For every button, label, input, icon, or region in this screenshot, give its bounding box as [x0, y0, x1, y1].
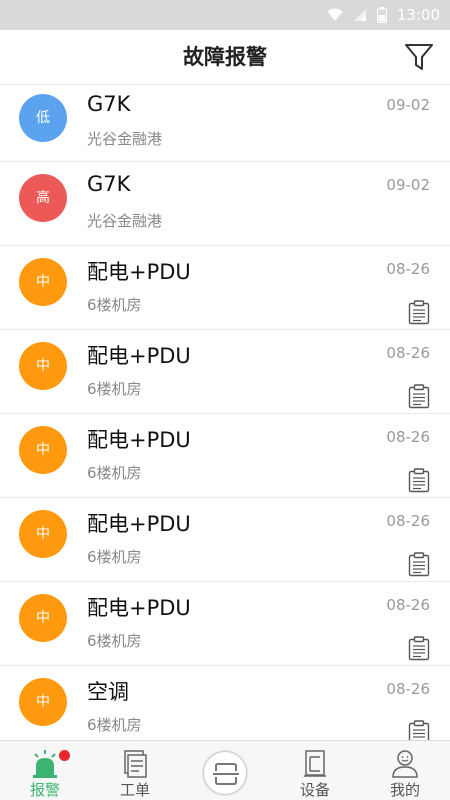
user-icon	[392, 750, 418, 778]
clipboard-icon[interactable]	[408, 720, 430, 741]
device-icon	[304, 750, 326, 777]
tab-alarm-label: 报警	[29, 781, 60, 799]
tab-alarm[interactable]: 报警	[0, 741, 90, 800]
alarm-list[interactable]: 低 G7K 光谷金融港 09-02 高 G7K 光谷金融港 09-02 中配电+PDU 6楼机房 0…	[0, 86, 450, 741]
alarm-title: G7K	[87, 92, 131, 116]
scan-icon	[213, 763, 239, 785]
level-badge: 中	[19, 594, 67, 642]
alarm-row[interactable]: 高 G7K 光谷金融港 09-02	[0, 162, 450, 246]
level-badge: 高	[19, 174, 67, 222]
alarm-row[interactable]: 中配电+PDU 6楼机房 08-26	[0, 582, 450, 666]
alarm-row[interactable]: 中配电+PDU 6楼机房 08-26	[0, 498, 450, 582]
status-bar: 13:00	[0, 0, 450, 30]
alarm-date: 08-26	[386, 680, 430, 698]
tab-mine[interactable]: 我的	[360, 741, 450, 800]
alarm-title: G7K	[87, 172, 131, 196]
alarm-location: 6楼机房	[87, 380, 142, 398]
alarm-date: 08-26	[386, 260, 430, 278]
alarm-location: 光谷金融港	[87, 130, 163, 148]
status-icons: 13:00	[327, 0, 440, 30]
level-badge: 中	[19, 258, 67, 306]
alarm-title: 配电+PDU	[87, 260, 191, 284]
alarm-location: 6楼机房	[87, 296, 142, 314]
alarm-title: 配电+PDU	[87, 596, 191, 620]
alarm-row[interactable]: 中配电+PDU 6楼机房 08-26	[0, 246, 450, 330]
alarm-row[interactable]: 中配电+PDU 6楼机房 08-26	[0, 414, 450, 498]
alarm-location: 6楼机房	[87, 548, 142, 566]
alarm-title: 配电+PDU	[87, 344, 191, 368]
level-badge: 中	[19, 510, 67, 558]
tab-bar: 报警 工单 设备 我的	[0, 740, 450, 800]
alarm-title: 配电+PDU	[87, 428, 191, 452]
level-badge: 中	[19, 678, 67, 726]
alarm-location: 光谷金融港	[87, 212, 163, 230]
tab-device-label: 设备	[299, 781, 330, 799]
clipboard-icon[interactable]	[408, 636, 430, 661]
signal-icon	[353, 9, 366, 21]
status-time: 13:00	[396, 6, 440, 24]
clipboard-icon[interactable]	[408, 300, 430, 325]
clipboard-icon[interactable]	[408, 552, 430, 577]
alarm-title: 空调	[87, 680, 129, 704]
nav-bar: 故障报警	[0, 30, 450, 85]
page-title: 故障报警	[183, 45, 267, 69]
alarm-location: 6楼机房	[87, 464, 142, 482]
level-badge: 中	[19, 426, 67, 474]
alarm-date: 08-26	[386, 596, 430, 614]
alarm-row[interactable]: 中空调 6楼机房 08-26	[0, 666, 450, 741]
filter-icon[interactable]	[404, 42, 434, 72]
wifi-icon	[327, 8, 343, 21]
battery-icon	[376, 7, 387, 23]
alarm-light-icon	[33, 750, 57, 778]
alarm-date: 09-02	[386, 176, 430, 194]
alarm-date: 08-26	[386, 512, 430, 530]
clipboard-icon[interactable]	[408, 468, 430, 493]
alarm-title: 配电+PDU	[87, 512, 191, 536]
tab-workorder-label: 工单	[119, 781, 150, 799]
alarm-location: 6楼机房	[87, 716, 142, 734]
alarm-row[interactable]: 中配电+PDU 6楼机房 08-26	[0, 330, 450, 414]
alarm-location: 6楼机房	[87, 632, 142, 650]
tab-mine-label: 我的	[389, 781, 420, 799]
level-badge: 低	[19, 94, 67, 142]
tab-workorder[interactable]: 工单	[90, 741, 180, 800]
alarm-date: 08-26	[386, 344, 430, 362]
tab-device[interactable]: 设备	[270, 741, 360, 800]
level-badge: 中	[19, 342, 67, 390]
clipboard-icon[interactable]	[408, 384, 430, 409]
alarm-date: 09-02	[386, 96, 430, 114]
scan-button[interactable]	[203, 751, 247, 795]
workorder-icon	[124, 750, 147, 778]
alarm-row[interactable]: 低 G7K 光谷金融港 09-02	[0, 86, 450, 162]
alarm-badge	[59, 750, 70, 761]
alarm-date: 08-26	[386, 428, 430, 446]
